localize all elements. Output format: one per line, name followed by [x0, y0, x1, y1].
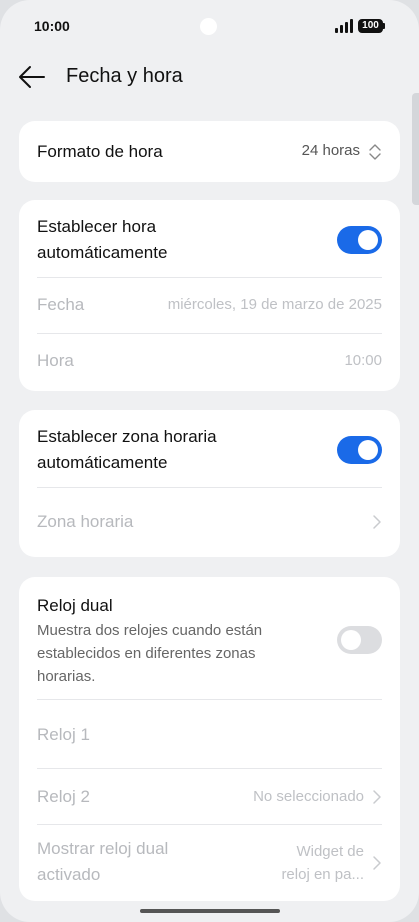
date-label: Fecha [37, 295, 85, 314]
auto-zone-label-line1: Establecer zona horaria [37, 427, 217, 446]
status-time: 10:00 [34, 18, 70, 34]
show-dual-row: Mostrar reloj dual activado Widget de re… [37, 836, 382, 890]
time-format-value: 24 horas [301, 142, 360, 159]
dual-clock-desc-line2: establecidos en diferentes zonas [37, 645, 256, 662]
date-value: miércoles, 19 de marzo de 2025 [167, 296, 382, 313]
chevron-right-icon [373, 856, 381, 870]
page-title: Fecha y hora [66, 65, 183, 87]
auto-time-label-line2: automáticamente [37, 243, 168, 262]
show-dual-value-line2: reloj en pa... [281, 866, 364, 883]
clock1-row: Reloj 1 [37, 722, 382, 748]
clock2-value: No seleccionado [253, 788, 364, 805]
header: Fecha y hora [0, 52, 419, 102]
battery-level: 100 [358, 19, 383, 33]
dual-clock-desc-line3: horarias. [37, 668, 96, 685]
time-label: Hora [37, 351, 74, 370]
dual-clock-desc-line1: Muestra dos relojes cuando están [37, 622, 263, 639]
auto-time-label-line1: Establecer hora [37, 217, 157, 236]
time-row: Hora 10:00 [37, 348, 382, 374]
auto-zone-card: Establecer zona horaria automáticamente … [19, 410, 400, 557]
clock1-label: Reloj 1 [37, 725, 90, 744]
date-row: Fecha miércoles, 19 de marzo de 2025 [37, 292, 382, 318]
auto-zone-label-line2: automáticamente [37, 453, 168, 472]
scrollbar[interactable] [412, 93, 419, 205]
time-format-label: Formato de hora [37, 142, 163, 161]
auto-time-card: Establecer hora automáticamente Fecha mi… [19, 200, 400, 391]
dual-clock-toggle[interactable] [337, 626, 382, 654]
time-value: 10:00 [344, 352, 382, 369]
battery-icon: 100 [358, 19, 386, 33]
screen: 10:00 100 Fecha y hora Formato de hora 2… [0, 0, 419, 922]
home-indicator[interactable] [140, 909, 280, 913]
time-zone-row: Zona horaria [37, 509, 382, 535]
dual-clock-card: Reloj dual Muestra dos relojes cuando es… [19, 577, 400, 901]
chevron-right-icon [373, 515, 381, 529]
camera-cutout [200, 18, 217, 35]
signal-icon [335, 19, 353, 33]
chevron-right-icon [373, 790, 381, 804]
up-down-chevron-icon [369, 144, 381, 160]
show-dual-value-line1: Widget de [296, 843, 364, 860]
auto-zone-toggle[interactable] [337, 436, 382, 464]
time-format-card[interactable]: Formato de hora 24 horas [19, 121, 400, 182]
auto-time-toggle[interactable] [337, 226, 382, 254]
back-arrow-icon[interactable] [18, 64, 46, 90]
auto-zone-row[interactable]: Establecer zona horaria automáticamente [37, 424, 382, 478]
auto-time-row[interactable]: Establecer hora automáticamente [37, 214, 382, 268]
status-bar: 10:00 100 [0, 0, 419, 52]
clock2-row: Reloj 2 No seleccionado [37, 784, 382, 810]
clock2-label: Reloj 2 [37, 787, 90, 806]
time-zone-label: Zona horaria [37, 512, 134, 531]
show-dual-value: Widget de reloj en pa... [281, 840, 364, 886]
dual-clock-row[interactable]: Reloj dual Muestra dos relojes cuando es… [37, 593, 382, 693]
dual-clock-title: Reloj dual [37, 596, 113, 615]
